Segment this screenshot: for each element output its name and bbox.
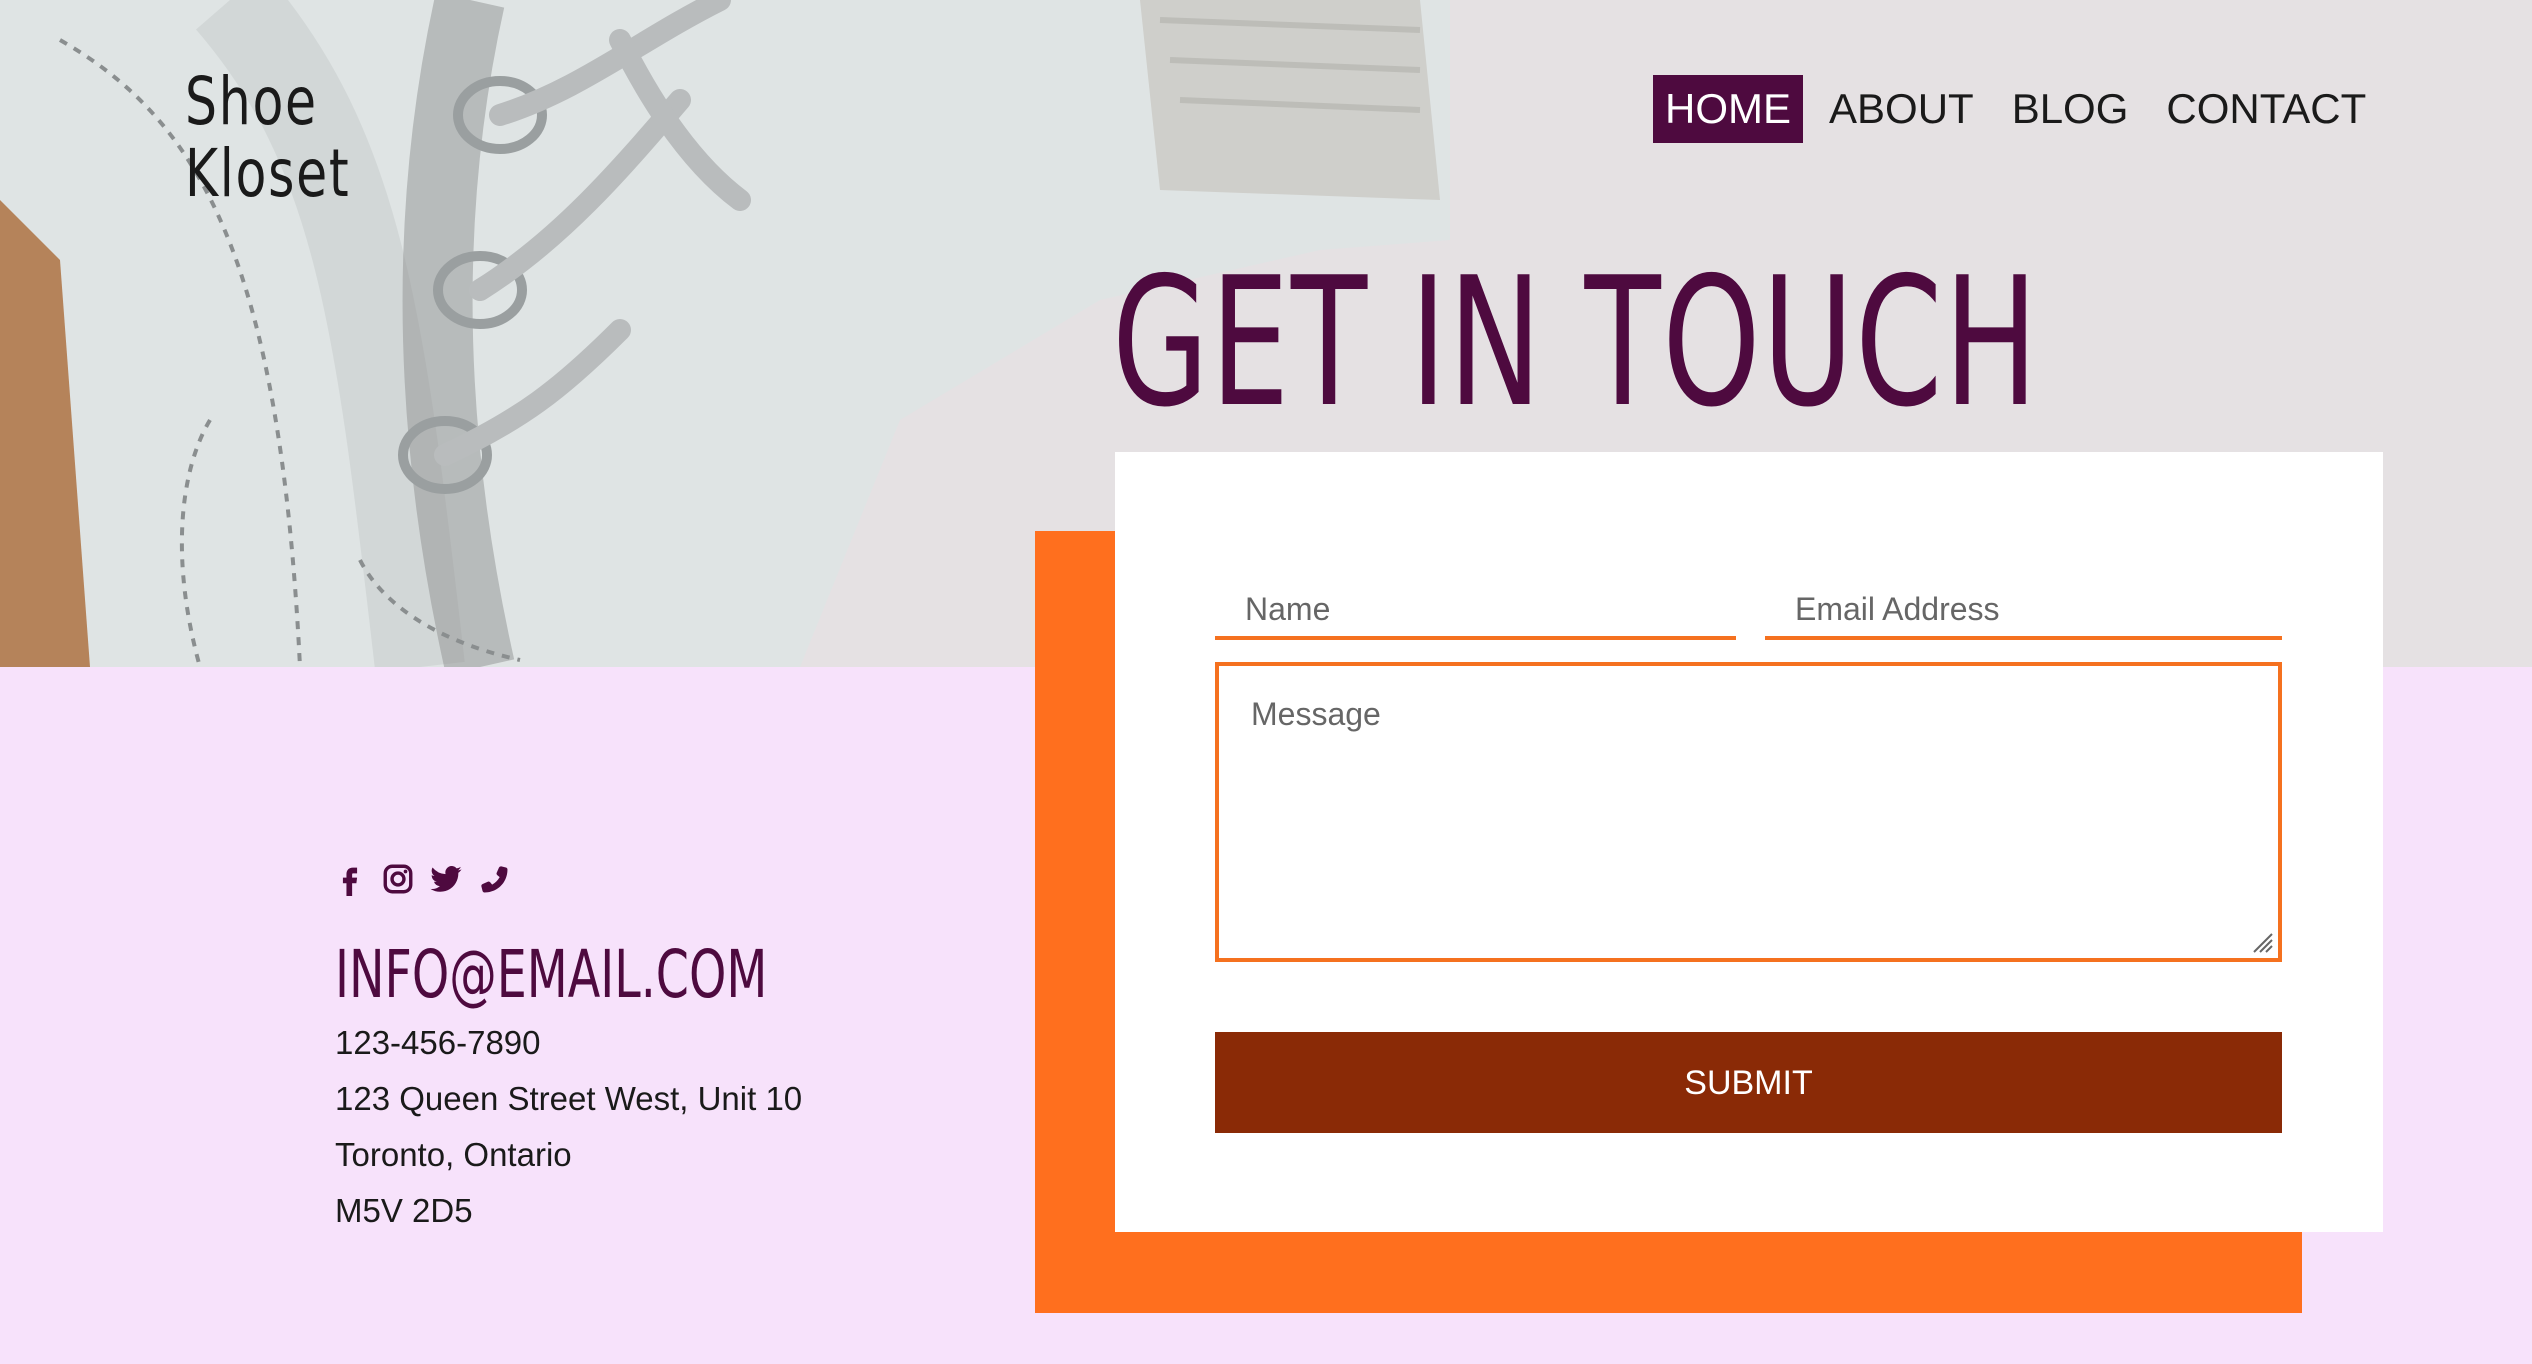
nav-contact[interactable]: CONTACT (2154, 75, 2378, 143)
brand-logo-line2: Kloset (185, 135, 351, 212)
nav-home[interactable]: HOME (1653, 75, 1803, 143)
twitter-icon[interactable] (429, 862, 463, 896)
contact-phone[interactable]: 123-456-7890 (335, 1022, 541, 1064)
postal-code: M5V 2D5 (335, 1192, 473, 1229)
instagram-icon[interactable] (381, 862, 415, 896)
brand-logo-line1: Shoe (185, 63, 318, 140)
social-links (333, 862, 511, 896)
name-field-wrapper (1215, 560, 1736, 640)
resize-grip-icon[interactable] (2248, 928, 2274, 954)
facebook-icon[interactable] (333, 862, 367, 896)
brand-logo[interactable]: Shoe Kloset (185, 66, 350, 210)
address-line1: 123 Queen Street West, Unit 10 (335, 1080, 803, 1117)
email-field-wrapper (1765, 560, 2282, 640)
name-input[interactable] (1215, 560, 1736, 636)
main-nav: HOME ABOUT BLOG CONTACT (1653, 75, 2392, 143)
email-input[interactable] (1765, 560, 2282, 636)
message-textarea[interactable] (1219, 666, 2278, 958)
contact-form-card: SUBMIT (1115, 452, 2383, 1232)
message-field-wrapper (1215, 662, 2282, 962)
submit-button[interactable]: SUBMIT (1215, 1032, 2282, 1133)
nav-blog[interactable]: BLOG (2000, 75, 2141, 143)
page-title: GET IN TOUCH (1112, 239, 2040, 446)
nav-about[interactable]: ABOUT (1817, 75, 1986, 143)
phone-icon[interactable] (477, 862, 511, 896)
contact-email[interactable]: INFO@EMAIL.COM (335, 935, 767, 1015)
address-line2: Toronto, Ontario (335, 1136, 572, 1173)
